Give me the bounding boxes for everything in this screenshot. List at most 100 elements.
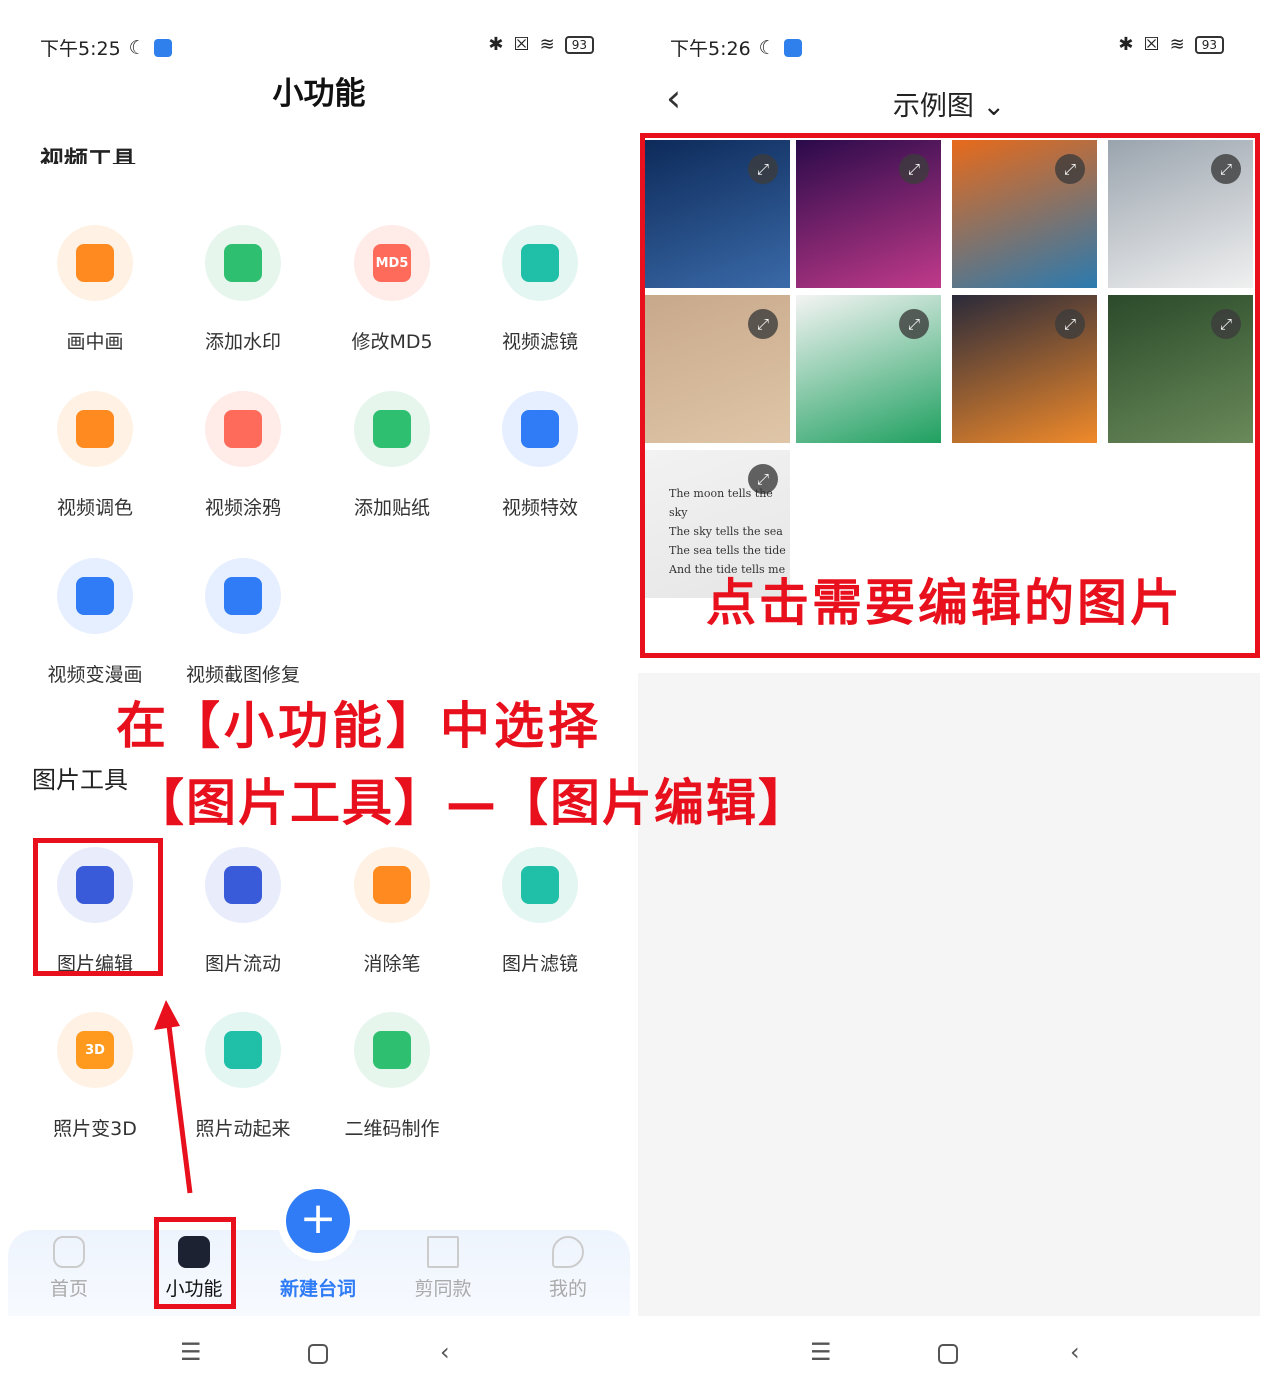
status-time: 下午5:26 [670, 38, 751, 60]
tool-label: 视频特效 [501, 497, 578, 519]
nav-home[interactable]: 首页 [19, 1236, 119, 1301]
annotation-step1: 在【小功能】中选择 [116, 697, 602, 755]
annotation-step2: 【图片工具】—【图片编辑】 [134, 774, 810, 832]
icon-text: MD5 [375, 255, 409, 271]
app-notification-icon [783, 38, 802, 57]
moon-icon: ☾ [128, 36, 146, 59]
eraser-icon [373, 866, 411, 904]
home-icon [53, 1236, 85, 1268]
menu-icon[interactable]: ☰ [180, 1338, 202, 1366]
tool-icon-bg [354, 1012, 430, 1088]
tool-palette[interactable]: 视频调色 [21, 391, 169, 520]
tool-icon-bg [57, 558, 133, 634]
home-button-icon[interactable] [938, 1344, 958, 1364]
annotation-arrow [154, 1000, 193, 1194]
menu-icon[interactable]: ☰ [810, 1338, 832, 1366]
album-title: 示例图 [892, 91, 974, 122]
nav-template[interactable]: 剪同款 [393, 1236, 493, 1301]
left-screen: 下午5:25 ☾ ✱ ☒ ≋ 93 小功能 视频工具 画中画 添加水印 MD5 修改M… [8, 8, 808, 1390]
image-filter-icon [521, 866, 559, 904]
tool-3d-cube[interactable]: 3D 照片变3D [21, 1012, 169, 1141]
profile-icon [552, 1236, 584, 1268]
tool-watermark[interactable]: 添加水印 [169, 225, 317, 354]
plus-icon[interactable]: + [286, 1189, 350, 1253]
wifi-icon: ≋ [539, 34, 555, 55]
tool-image-flow[interactable]: 图片流动 [169, 847, 317, 976]
tool-icon-bg: MD5 [354, 225, 430, 301]
tool-icon-bg [205, 225, 281, 301]
image-flow-icon [224, 866, 262, 904]
tool-cartoon[interactable]: 视频变漫画 [21, 558, 169, 687]
bluetooth-icon: ✱ [1118, 34, 1134, 55]
battery-icon: 93 [1194, 35, 1224, 54]
bluetooth-icon: ✱ [488, 34, 504, 55]
tool-filter[interactable]: 视频滤镜 [466, 225, 614, 354]
md5-icon: MD5 [373, 244, 411, 282]
tool-image-repair[interactable]: 视频截图修复 [169, 558, 317, 687]
status-icons: ✱ ☒ ≋ 93 [488, 34, 594, 55]
watermark-icon [224, 244, 262, 282]
status-time: 下午5:25 [40, 38, 121, 60]
tool-picture-in-picture[interactable]: 画中画 [21, 225, 169, 354]
tool-label: 视频截图修复 [185, 664, 300, 686]
tool-effects[interactable]: 视频特效 [466, 391, 614, 520]
tool-qrcode[interactable]: 二维码制作 [318, 1012, 466, 1141]
tool-icon-bg: 3D [57, 1012, 133, 1088]
tool-label: 视频调色 [56, 497, 133, 519]
wifi-icon: ≋ [1169, 34, 1185, 55]
back-icon[interactable]: ‹ [440, 1338, 450, 1366]
tool-md5[interactable]: MD5 修改MD5 [318, 225, 466, 354]
home-button-icon[interactable] [308, 1344, 328, 1364]
tool-icon-bg [205, 391, 281, 467]
album-dropdown[interactable]: 示例图 ⌄ [638, 84, 1260, 123]
tool-icon-bg [57, 391, 133, 467]
tool-label: 添加水印 [204, 331, 281, 353]
tool-label: 消除笔 [363, 953, 421, 975]
nav-label: 新建台词 [279, 1278, 356, 1300]
section-title-image: 图片工具 [32, 766, 128, 794]
tool-image-filter[interactable]: 图片滤镜 [466, 847, 614, 976]
tool-graffiti[interactable]: 视频涂鸦 [169, 391, 317, 520]
animate-photo-icon [224, 1031, 262, 1069]
tool-label: 照片变3D [53, 1118, 137, 1140]
nav-new-lines[interactable]: 新建台词 [268, 1274, 368, 1301]
tool-label: 图片滤镜 [501, 953, 578, 975]
image-repair-icon [224, 577, 262, 615]
status-icons: ✱ ☒ ≋ 93 [1118, 34, 1224, 55]
crop-video-icon [427, 1236, 459, 1268]
page-title: 小功能 [272, 76, 366, 112]
picture-in-picture-icon [76, 244, 114, 282]
tool-icon-bg [354, 847, 430, 923]
back-icon[interactable]: ‹ [1070, 1338, 1080, 1366]
moon-icon: ☾ [758, 36, 776, 59]
battery-icon: 93 [564, 35, 594, 54]
tool-icon-bg [502, 847, 578, 923]
annotation-click-image: 点击需要编辑的图片 [706, 574, 1183, 632]
tool-label: 视频滤镜 [501, 331, 578, 353]
highlight-tools-tab [154, 1217, 236, 1309]
app-notification-icon [153, 38, 172, 57]
tool-eraser[interactable]: 消除笔 [318, 847, 466, 976]
tool-icon-bg [205, 558, 281, 634]
nav-profile[interactable]: 我的 [518, 1236, 618, 1301]
tool-icon-bg [502, 225, 578, 301]
qrcode-icon [373, 1031, 411, 1069]
filter-icon [521, 244, 559, 282]
tool-label: 视频涂鸦 [204, 497, 281, 519]
effects-icon [521, 410, 559, 448]
section-title-video: 视频工具 [40, 146, 136, 164]
graffiti-icon [224, 410, 262, 448]
tool-icon-bg [205, 1012, 281, 1088]
tool-icon-bg [57, 225, 133, 301]
tool-label: 添加贴纸 [353, 497, 430, 519]
icon-text: 3D [85, 1042, 105, 1058]
tool-label: 视频变漫画 [47, 664, 143, 686]
tool-sticker[interactable]: 添加贴纸 [318, 391, 466, 520]
cartoon-icon [76, 577, 114, 615]
3d-cube-icon: 3D [76, 1031, 114, 1069]
right-screen: 下午5:26 ☾ ✱ ☒ ≋ 93 ‹ 示例图 ⌄ ⤢ ⤢ ⤢ ⤢ ⤢ ⤢ ⤢ ⤢ ⤢ The m… [638, 8, 1260, 1390]
tool-label: 二维码制作 [344, 1118, 440, 1140]
highlight-image-edit [33, 838, 163, 976]
sim-icon: ☒ [513, 34, 530, 55]
chevron-down-icon: ⌄ [982, 91, 1006, 122]
